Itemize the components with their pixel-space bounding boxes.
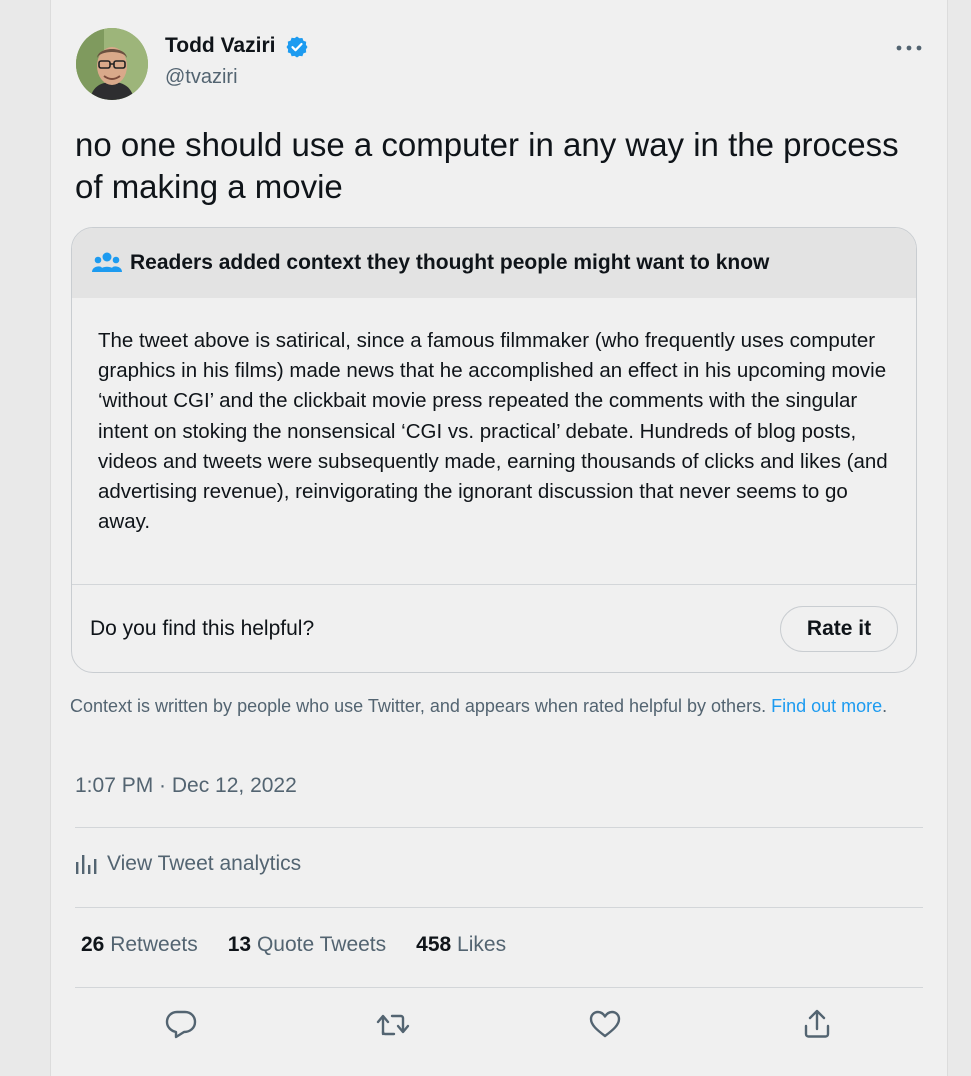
likes-count: 458 bbox=[416, 933, 452, 956]
tweet-text: no one should use a computer in any way … bbox=[75, 126, 899, 205]
divider bbox=[75, 907, 923, 908]
retweets-stat[interactable]: 26 Retweets bbox=[81, 933, 198, 957]
like-icon bbox=[589, 1010, 621, 1038]
likes-label: Likes bbox=[457, 933, 507, 956]
more-button[interactable] bbox=[893, 36, 925, 60]
tweet-column: Todd Vaziri @tvaziri no one should use a… bbox=[50, 0, 948, 1076]
divider bbox=[75, 827, 923, 828]
avatar[interactable] bbox=[76, 28, 148, 100]
tweet-actions bbox=[75, 1000, 923, 1048]
community-note: Readers added context they thought peopl… bbox=[71, 227, 917, 673]
context-info-text: Context is written by people who use Twi… bbox=[70, 696, 772, 716]
tweet-timestamp[interactable]: 1:07 PM · Dec 12, 2022 bbox=[75, 774, 297, 798]
reply-icon bbox=[165, 1010, 197, 1039]
share-icon bbox=[804, 1009, 830, 1038]
community-note-header: Readers added context they thought peopl… bbox=[72, 228, 916, 298]
people-icon bbox=[92, 252, 122, 272]
rate-it-button[interactable]: Rate it bbox=[780, 606, 898, 652]
verified-badge-icon bbox=[286, 36, 308, 58]
helpful-question: Do you find this helpful? bbox=[90, 617, 315, 640]
retweet-button[interactable] bbox=[371, 1002, 415, 1046]
like-button[interactable] bbox=[583, 1002, 627, 1046]
retweets-count: 26 bbox=[81, 933, 105, 956]
context-info: Context is written by people who use Twi… bbox=[70, 694, 920, 718]
community-note-footer: Do you find this helpful? Rate it bbox=[72, 584, 916, 672]
divider bbox=[75, 987, 923, 988]
reply-button[interactable] bbox=[159, 1002, 203, 1046]
author-name[interactable]: Todd Vaziri bbox=[165, 34, 275, 58]
analytics-label: View Tweet analytics bbox=[107, 852, 302, 875]
author-handle[interactable]: @tvaziri bbox=[165, 66, 238, 89]
retweet-icon bbox=[376, 1014, 410, 1036]
view-analytics-link[interactable]: View Tweet analytics bbox=[75, 852, 301, 876]
community-note-body: The tweet above is satirical, since a fa… bbox=[98, 329, 888, 534]
quote-tweets-count: 13 bbox=[227, 933, 252, 956]
tweet-stats: 26 Retweets 13 Quote Tweets 458 Likes bbox=[81, 933, 506, 957]
quote-tweets-label: Quote Tweets bbox=[256, 933, 387, 956]
share-button[interactable] bbox=[795, 1002, 839, 1046]
context-info-period: . bbox=[882, 696, 888, 716]
likes-stat[interactable]: 458 Likes bbox=[416, 933, 506, 957]
community-note-title: Readers added context they thought peopl… bbox=[130, 251, 770, 274]
retweets-label: Retweets bbox=[110, 933, 198, 956]
quote-tweets-stat[interactable]: 13 Quote Tweets bbox=[228, 933, 386, 957]
find-out-more-link[interactable]: Find out more bbox=[771, 696, 882, 716]
more-icon bbox=[896, 45, 922, 51]
analytics-icon bbox=[76, 855, 97, 874]
